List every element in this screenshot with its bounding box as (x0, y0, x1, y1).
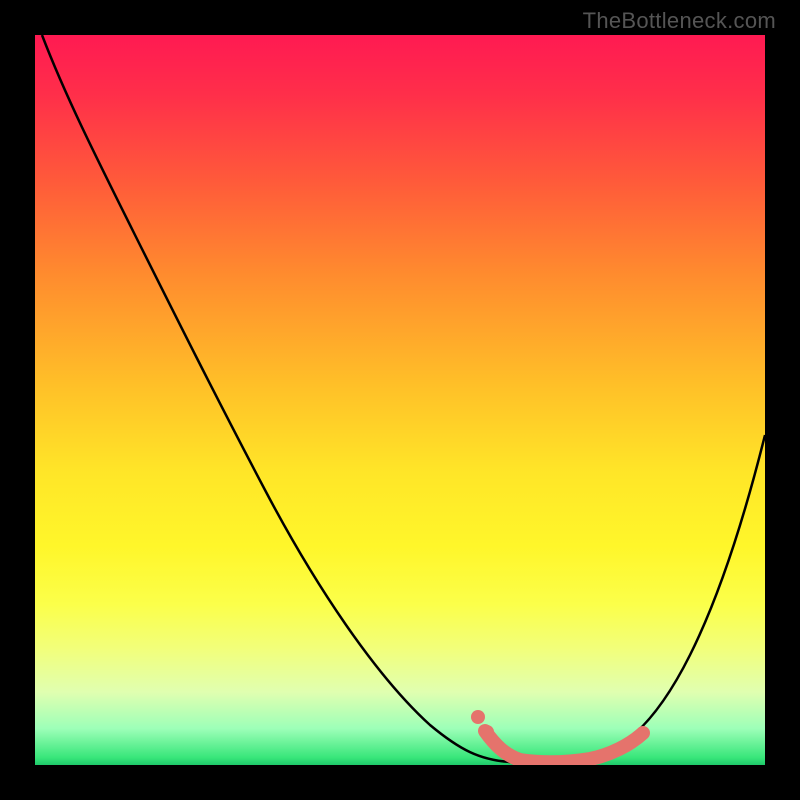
curve-layer (35, 35, 765, 765)
bottleneck-curve (42, 35, 765, 762)
highlight-segment (485, 731, 643, 762)
highlight-dot-2 (480, 725, 494, 739)
plot-area (35, 35, 765, 765)
watermark-text: TheBottleneck.com (583, 8, 776, 34)
chart-frame: TheBottleneck.com (0, 0, 800, 800)
highlight-dot-1 (471, 710, 485, 724)
